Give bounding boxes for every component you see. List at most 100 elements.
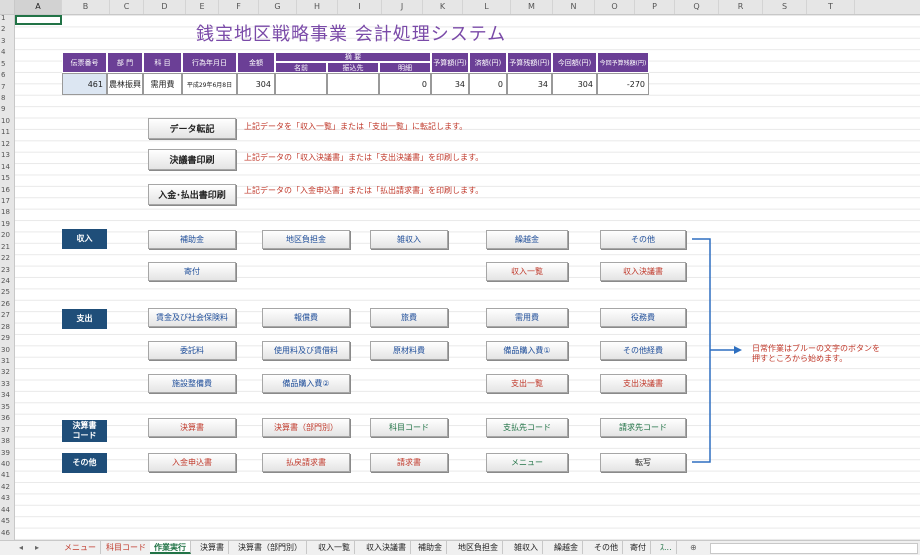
- cell-amount[interactable]: 304: [237, 73, 275, 95]
- cell-dept[interactable]: 農林振興: [107, 73, 143, 95]
- row-header[interactable]: 32: [0, 368, 14, 379]
- cell-name[interactable]: [275, 73, 327, 95]
- horizontal-scrollbar[interactable]: [710, 543, 918, 554]
- column-header[interactable]: Q: [675, 0, 719, 14]
- row-header[interactable]: 4: [0, 48, 14, 59]
- column-header[interactable]: H: [297, 0, 338, 14]
- row-header[interactable]: 17: [0, 197, 14, 208]
- row-header[interactable]: 23: [0, 266, 14, 277]
- tab-settlement-by-dept[interactable]: 決算書（部門別）: [234, 541, 307, 554]
- row-header[interactable]: 30: [0, 346, 14, 357]
- row-header[interactable]: 28: [0, 323, 14, 334]
- settlement-by-dept-button[interactable]: 決算書（部門別）: [262, 418, 350, 437]
- tab-donation[interactable]: 寄付: [626, 541, 651, 554]
- row-header[interactable]: 2: [0, 25, 14, 36]
- cell-remaining[interactable]: 34: [507, 73, 552, 95]
- expense-wages-button[interactable]: 賃金及び社会保険料: [148, 308, 236, 327]
- row-header[interactable]: 25: [0, 288, 14, 299]
- row-header[interactable]: 24: [0, 277, 14, 288]
- column-header[interactable]: J: [382, 0, 423, 14]
- tab-subsidy[interactable]: 補助金: [414, 541, 447, 554]
- cell-date[interactable]: 平成29年6月8日: [182, 73, 237, 95]
- income-list-button[interactable]: 収入一覧: [486, 262, 568, 281]
- income-subsidy-button[interactable]: 補助金: [148, 230, 236, 249]
- row-header[interactable]: 13: [0, 151, 14, 162]
- row-header[interactable]: 12: [0, 140, 14, 151]
- add-sheet-icon[interactable]: ⊕: [686, 541, 701, 554]
- settlement-report-button[interactable]: 決算書: [148, 418, 236, 437]
- column-header[interactable]: M: [511, 0, 553, 14]
- expense-travel-button[interactable]: 旅費: [370, 308, 448, 327]
- row-header[interactable]: 6: [0, 71, 14, 82]
- row-header[interactable]: 20: [0, 231, 14, 242]
- row-header[interactable]: 10: [0, 117, 14, 128]
- cell-detail[interactable]: 0: [379, 73, 431, 95]
- tab-task-run[interactable]: 作業実行: [150, 541, 191, 554]
- row-header[interactable]: 43: [0, 494, 14, 505]
- expense-decision-button[interactable]: 支出決議書: [600, 374, 686, 393]
- tab-scroll-right-icon[interactable]: ▸: [30, 541, 44, 554]
- column-header[interactable]: E: [186, 0, 219, 14]
- column-header[interactable]: B: [62, 0, 110, 14]
- row-header[interactable]: 39: [0, 449, 14, 460]
- expense-consignment-button[interactable]: 委託料: [148, 341, 236, 360]
- tab-scroll-left-icon[interactable]: ◂: [14, 541, 28, 554]
- row-header[interactable]: 11: [0, 128, 14, 139]
- cell-transfer[interactable]: [327, 73, 379, 95]
- refund-request-button[interactable]: 払戻請求書: [262, 453, 350, 472]
- tab-settlement[interactable]: 決算書: [196, 541, 229, 554]
- column-header[interactable]: G: [259, 0, 297, 14]
- cell-subject[interactable]: 需用費: [143, 73, 182, 95]
- row-header[interactable]: 41: [0, 471, 14, 482]
- tab-more[interactable]: ｽ...: [656, 541, 677, 554]
- row-header[interactable]: 45: [0, 517, 14, 528]
- column-header[interactable]: L: [463, 0, 511, 14]
- expense-rental-button[interactable]: 使用料及び賃借料: [262, 341, 350, 360]
- cell-spent[interactable]: 0: [469, 73, 507, 95]
- column-header[interactable]: T: [807, 0, 855, 14]
- print-decision-button[interactable]: 決議書印刷: [148, 149, 236, 170]
- column-header[interactable]: I: [338, 0, 382, 14]
- income-donation-button[interactable]: 寄付: [148, 262, 236, 281]
- row-header[interactable]: 40: [0, 460, 14, 471]
- column-header[interactable]: D: [144, 0, 186, 14]
- income-other-button[interactable]: その他: [600, 230, 686, 249]
- deposit-application-button[interactable]: 入金申込書: [148, 453, 236, 472]
- column-header[interactable]: F: [219, 0, 259, 14]
- invoice-button[interactable]: 請求書: [370, 453, 448, 472]
- column-header[interactable]: A: [15, 0, 62, 14]
- row-header[interactable]: 21: [0, 243, 14, 254]
- income-decision-button[interactable]: 収入決議書: [600, 262, 686, 281]
- row-header[interactable]: 33: [0, 380, 14, 391]
- menu-button[interactable]: メニュー: [486, 453, 568, 472]
- row-header[interactable]: 26: [0, 300, 14, 311]
- expense-services-button[interactable]: 役務費: [600, 308, 686, 327]
- row-header[interactable]: 7: [0, 83, 14, 94]
- payee-code-button[interactable]: 支払先コード: [486, 418, 568, 437]
- tab-other[interactable]: その他: [590, 541, 623, 554]
- tab-menu[interactable]: メニュー: [60, 541, 101, 554]
- column-header[interactable]: K: [423, 0, 463, 14]
- row-header[interactable]: 9: [0, 105, 14, 116]
- row-header[interactable]: 44: [0, 506, 14, 517]
- column-header[interactable]: S: [763, 0, 807, 14]
- column-header[interactable]: R: [719, 0, 763, 14]
- cell-after[interactable]: -270: [597, 73, 649, 95]
- expense-equipment1-button[interactable]: 備品購入費①: [486, 341, 568, 360]
- billing-code-button[interactable]: 請求先コード: [600, 418, 686, 437]
- row-header[interactable]: 3: [0, 37, 14, 48]
- cell-budget[interactable]: 34: [431, 73, 469, 95]
- expense-facility-button[interactable]: 施設整備費: [148, 374, 236, 393]
- cell-voucher[interactable]: 461: [62, 73, 107, 95]
- column-header[interactable]: O: [595, 0, 635, 14]
- row-header[interactable]: 1: [0, 14, 14, 25]
- row-header[interactable]: 42: [0, 483, 14, 494]
- row-header[interactable]: 18: [0, 208, 14, 219]
- row-header[interactable]: 8: [0, 94, 14, 105]
- row-header[interactable]: 29: [0, 334, 14, 345]
- expense-list-button[interactable]: 支出一覧: [486, 374, 568, 393]
- row-header[interactable]: 5: [0, 60, 14, 71]
- expense-materials-button[interactable]: 原材料費: [370, 341, 448, 360]
- cell-current[interactable]: 304: [552, 73, 597, 95]
- tab-income-decision[interactable]: 収入決議書: [362, 541, 411, 554]
